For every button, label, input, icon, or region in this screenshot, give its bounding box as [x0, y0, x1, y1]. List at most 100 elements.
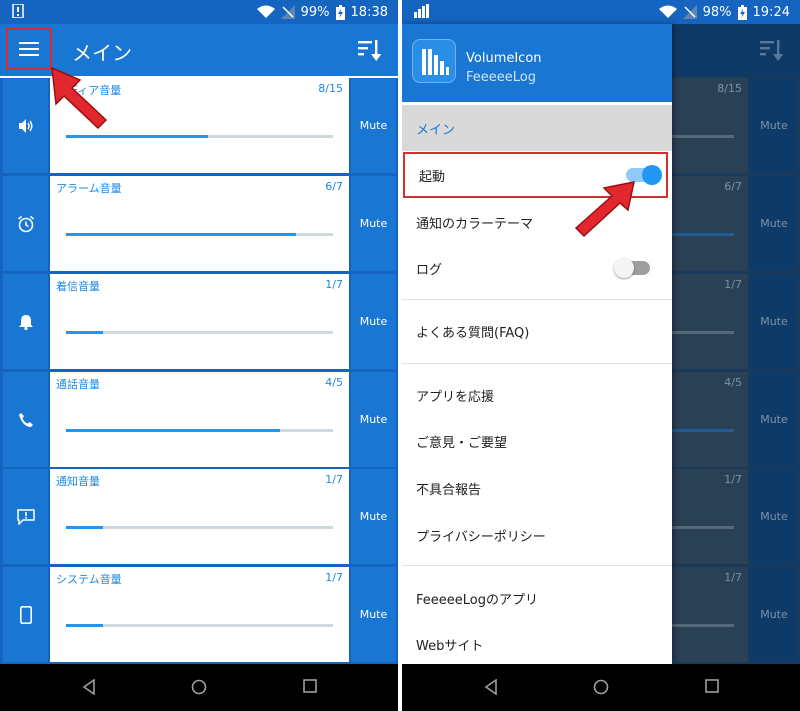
clock: 19:24: [752, 4, 790, 20]
log-toggle[interactable]: [614, 258, 650, 278]
mute-button[interactable]: Mute: [351, 176, 396, 271]
message-icon[interactable]: [3, 469, 48, 564]
phone-icon[interactable]: [3, 372, 48, 467]
dim-row: 1/7 Mute: [672, 469, 800, 564]
volume-count: 8/15: [318, 82, 343, 95]
battery-charging-icon: [737, 4, 747, 20]
dim-row: 6/7 Mute: [672, 176, 800, 271]
volume-label: 通話音量: [56, 378, 100, 391]
volume-count: 1/7: [724, 278, 742, 291]
volume-slider-fill: [66, 624, 103, 627]
volume-row-notification: 通知音量 1/7 Mute: [0, 469, 398, 564]
wifi-icon: [256, 5, 275, 18]
drawer-item-faq[interactable]: よくある質問(FAQ): [402, 308, 672, 354]
mute-button[interactable]: Mute: [351, 78, 396, 173]
mute-button: Mute: [750, 274, 798, 369]
drawer-item-log[interactable]: ログ: [402, 245, 672, 291]
drawer-item-privacy[interactable]: プライバシーポリシー: [402, 512, 672, 558]
volume-slider-fill: [672, 429, 734, 432]
volume-slider-fill: [672, 233, 734, 236]
volume-count: 6/7: [724, 180, 742, 193]
drawer-header: VolumeIcon FeeeeeLog: [402, 24, 672, 102]
battery-percent: 99%: [300, 4, 330, 20]
developer-name: FeeeeeLog: [466, 70, 536, 85]
mute-button[interactable]: Mute: [351, 469, 396, 564]
dim-row: 1/7 Mute: [672, 567, 800, 662]
volume-label: 通知音量: [56, 475, 100, 488]
drawer-item-support[interactable]: アプリを応援: [402, 372, 672, 418]
home-icon[interactable]: [191, 679, 207, 695]
drawer-item-feedback[interactable]: ご意見・ご要望: [402, 418, 672, 464]
mute-button: Mute: [750, 469, 798, 564]
alarm-icon[interactable]: [3, 176, 48, 271]
drawer-item-bug-report[interactable]: 不具合報告: [402, 465, 672, 511]
mute-button: Mute: [750, 78, 798, 173]
volume-row-body: 着信音量 1/7: [50, 274, 349, 369]
volume-count: 1/7: [325, 571, 343, 584]
volume-row-call: 通話音量 4/5 Mute: [0, 372, 398, 467]
volume-count: 1/7: [724, 473, 742, 486]
volume-row-body: システム音量 1/7: [50, 567, 349, 662]
drawer-item-apps[interactable]: FeeeeeLogのアプリ: [402, 575, 672, 621]
volume-row-system: システム音量 1/7 Mute: [0, 567, 398, 662]
drawer-item-main[interactable]: メイン: [402, 105, 672, 151]
volume-slider-fill: [66, 429, 280, 432]
volume-slider[interactable]: [66, 233, 333, 236]
volume-slider-fill: [66, 526, 103, 529]
bell-icon[interactable]: [3, 274, 48, 369]
navigation-bar: [0, 664, 398, 711]
drawer-item-label: ログ: [416, 262, 443, 278]
right-screen: 98% 19:24 8/15 Mute 6/7 Mute 1/7 Mute 4/5 Mu…: [402, 0, 800, 711]
volume-slider-fill: [66, 331, 103, 334]
mute-button: Mute: [750, 567, 798, 662]
drawer-divider: [402, 299, 672, 300]
volume-list: メディア音量 8/15 Mute アラーム音量 6/7 Mute 着信音量 1/…: [0, 78, 398, 664]
speaker-icon[interactable]: [3, 78, 48, 173]
navigation-bar: [402, 664, 800, 711]
volume-count: 6/7: [325, 180, 343, 193]
recents-icon[interactable]: [303, 679, 317, 693]
recents-icon[interactable]: [705, 679, 719, 693]
mute-button[interactable]: Mute: [351, 274, 396, 369]
battery-percent: 98%: [702, 4, 732, 20]
home-icon[interactable]: [593, 679, 609, 695]
volume-count: 4/5: [325, 376, 343, 389]
sort-icon[interactable]: [356, 36, 384, 64]
toggle-knob: [614, 258, 634, 278]
volume-slider[interactable]: [66, 526, 333, 529]
hamburger-icon: [19, 42, 39, 56]
drawer-item-website[interactable]: Webサイト: [402, 621, 672, 667]
sort-icon: [760, 40, 784, 61]
volume-slider-fill: [66, 135, 208, 138]
drawer-divider: [402, 565, 672, 566]
annotation-arrow: [574, 181, 635, 238]
back-icon[interactable]: [484, 679, 498, 695]
toggle-knob: [642, 165, 662, 185]
dim-row: 4/5 Mute: [672, 372, 800, 467]
volume-slider[interactable]: [66, 429, 333, 432]
volume-slider[interactable]: [66, 624, 333, 627]
volume-slider[interactable]: [66, 135, 333, 138]
mute-button: Mute: [750, 372, 798, 467]
volume-row-body: 通話音量 4/5: [50, 372, 349, 467]
volume-count: 8/15: [717, 82, 742, 95]
volume-count: 4/5: [724, 376, 742, 389]
back-icon[interactable]: [82, 679, 96, 695]
volume-slider[interactable]: [66, 331, 333, 334]
status-bar: 98% 19:24: [402, 0, 800, 24]
drawer-item-label: 起動: [419, 169, 446, 185]
smartphone-icon[interactable]: [3, 567, 48, 662]
drawer-divider: [402, 363, 672, 364]
app-logo-icon: [412, 39, 456, 83]
mute-button[interactable]: Mute: [351, 372, 396, 467]
status-bar: 99% 18:38: [0, 0, 398, 24]
dim-row: 1/7 Mute: [672, 274, 800, 369]
signal-bars-icon: [414, 4, 430, 18]
volume-list-dimmed: 8/15 Mute 6/7 Mute 1/7 Mute 4/5 Mute 1/7 Mute…: [672, 78, 800, 664]
annotation-arrow: [51, 66, 108, 130]
mute-button[interactable]: Mute: [351, 567, 396, 662]
volume-row-body: アラーム音量 6/7: [50, 176, 349, 271]
volume-label: システム音量: [56, 573, 122, 586]
volume-label: アラーム音量: [56, 182, 122, 195]
volume-count: 1/7: [325, 278, 343, 291]
